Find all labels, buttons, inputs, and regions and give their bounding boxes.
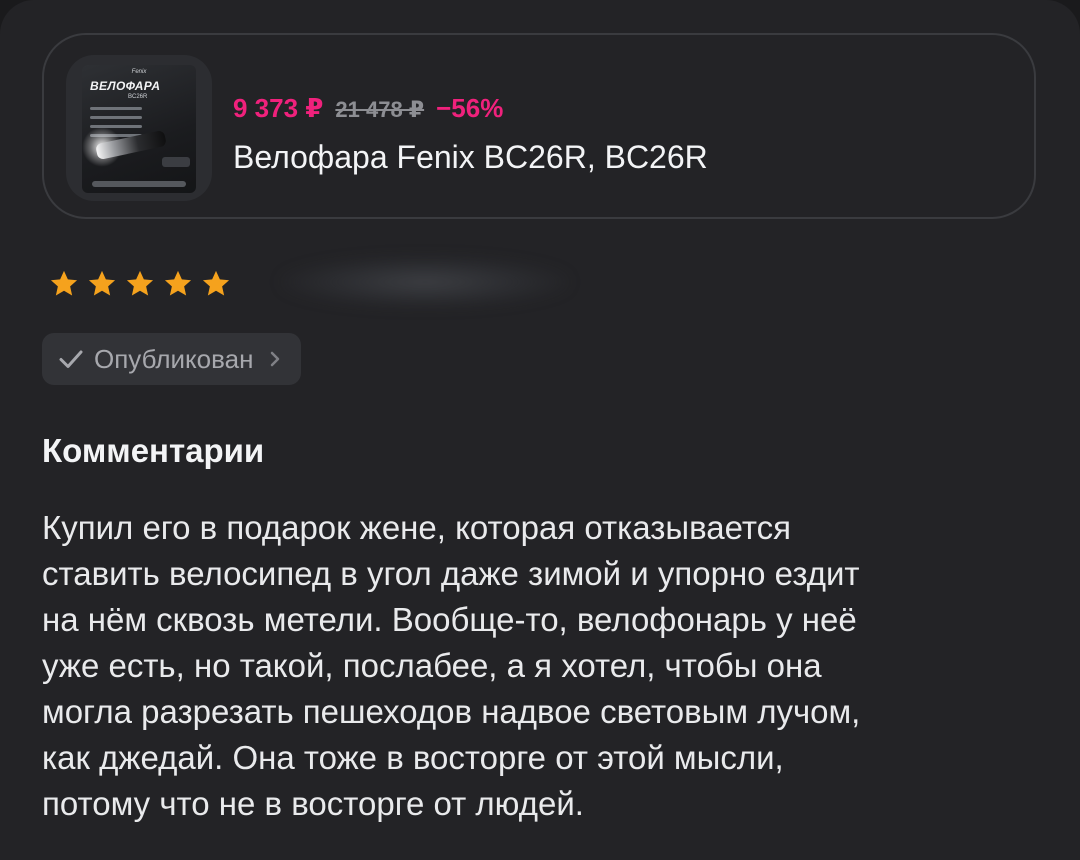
comment-line: Купил его в подарок жене, которая отказы… (42, 509, 791, 546)
comment-line: ставить велосипед в угол даже зимой и уп… (42, 555, 860, 592)
comment-line: как джедай. Она тоже в восторге от этой … (42, 739, 784, 776)
comment-line: потому что не в восторге от людей. (42, 785, 584, 822)
product-box-image: Fenix ВЕЛОФАРА BC26R (82, 65, 196, 193)
star-icon (50, 270, 78, 296)
product-card[interactable]: Fenix ВЕЛОФАРА BC26R 9 373 ₽ 21 478 ₽ −5… (42, 33, 1036, 219)
comments-heading: Комментарии (42, 432, 265, 469)
product-thumbnail[interactable]: Fenix ВЕЛОФАРА BC26R (66, 55, 212, 201)
star-icon (202, 270, 230, 296)
discount-badge: −56% (436, 93, 504, 123)
star-icon (126, 270, 154, 296)
price-current: 9 373 ₽ (233, 93, 324, 123)
thumbnail-footer (92, 181, 186, 187)
review-sheet: Fenix ВЕЛОФАРА BC26R 9 373 ₽ 21 478 ₽ −5… (0, 0, 1080, 860)
thumbnail-brand: Fenix (131, 69, 147, 75)
chevron-right-icon (271, 351, 280, 367)
status-published-button[interactable]: Опубликован (42, 333, 302, 385)
star-rating (48, 268, 238, 300)
thumbnail-title: ВЕЛОФАРА (90, 79, 161, 93)
comment-line: уже есть, но такой, послабее, а я хотел,… (42, 647, 822, 684)
status-label: Опубликован (94, 343, 254, 374)
star-icon (88, 270, 116, 296)
comment-line: на нём сквозь метели. Вообще-то, велофон… (42, 601, 857, 638)
check-icon (59, 350, 83, 368)
comment-line: могла разрезать пешеходов надвое световы… (42, 693, 861, 730)
reviewer-name-blurred (280, 256, 570, 308)
price-old: 21 478 ₽ (335, 97, 425, 122)
star-icon (164, 270, 192, 296)
product-title[interactable]: Велофара Fenix BC26R, BC26R (233, 139, 708, 176)
thumbnail-badge (162, 157, 190, 167)
comment-text: Купил его в подарок жене, которая отказы… (42, 505, 1032, 827)
price-row: 9 373 ₽ 21 478 ₽ −56% (233, 93, 503, 124)
thumbnail-subtitle: BC26R (128, 94, 148, 100)
